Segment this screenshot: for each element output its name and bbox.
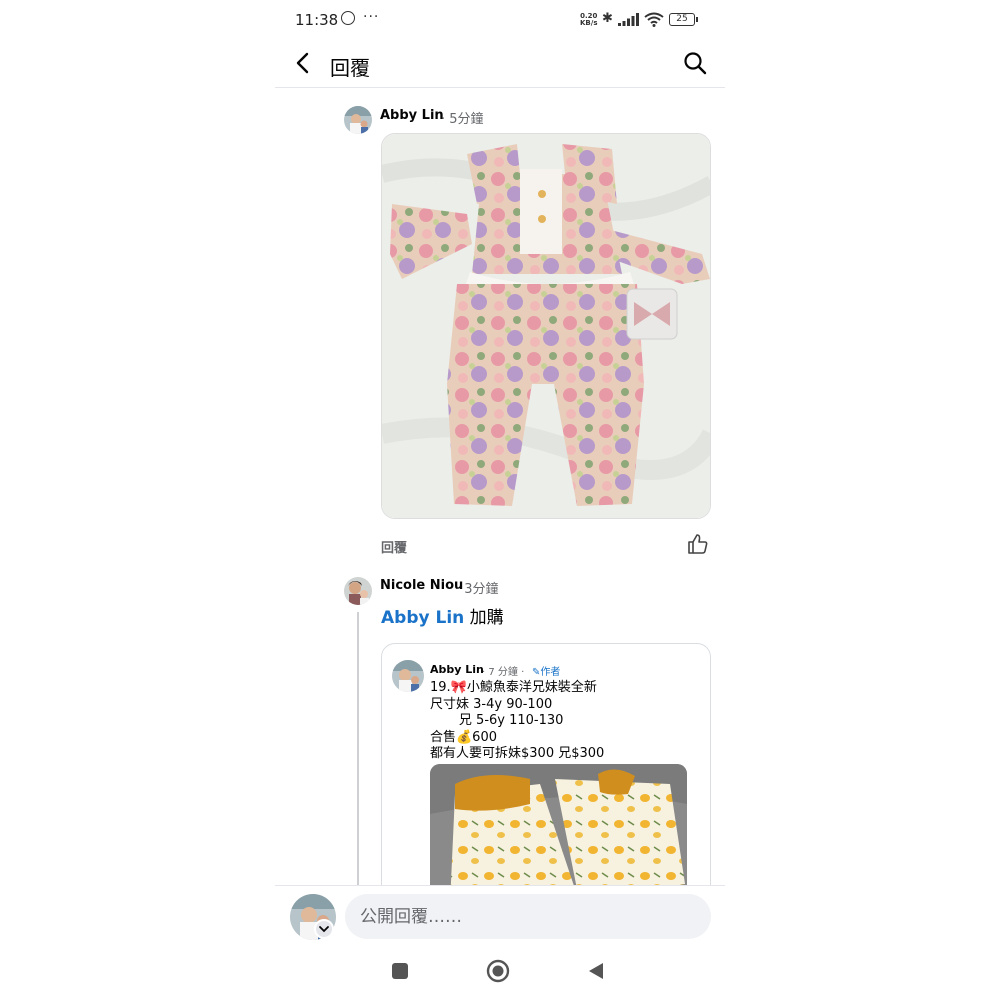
comment-author[interactable]: Abby Lin [380,108,444,123]
net-speed: 0.20 KB/s [580,13,597,27]
post-line: 尺寸妹 3-4y 90-100 [430,696,553,712]
avatar[interactable] [344,577,372,605]
author-badge-label: 作者 [540,667,561,678]
author-badge: ✎作者 [532,663,560,678]
avatar [392,660,424,692]
comment-photo-romper[interactable] [381,133,711,519]
home-icon[interactable] [486,959,510,983]
shared-post-time: · 7 分鐘 · [482,667,525,678]
net-speed-unit: KB/s [580,19,598,27]
comment-time: · 5分鐘 [441,112,484,127]
bluetooth-icon: ✱ [602,11,613,26]
reply-composer [275,885,725,944]
shared-post-card[interactable]: Abby Lin · 7 分鐘 · ✎作者 19.🎀小鯨魚泰洋兄妹裝全新 尺寸妹… [381,643,711,903]
whatsapp-icon [341,11,355,25]
phone-screen: 11:38 ··· 0.20 KB/s ✱ 25 回覆 Abby Lin · 5… [275,0,725,1000]
post-line: 都有人要可拆妹$300 兄$300 [430,746,605,761]
shared-post-text: 19.🎀小鯨魚泰洋兄妹裝全新 尺寸妹 3-4y 90-100 兄 5-6y 11… [430,680,604,763]
status-time: 11:38 [295,11,339,29]
search-icon[interactable] [683,51,707,75]
chevron-down-icon [319,926,329,933]
comment-body: 加購 [469,608,504,628]
post-line: 合售💰600 [430,729,497,745]
reply-input[interactable] [345,894,711,939]
more-notifications-icon: ··· [363,9,380,25]
signal-icon [618,13,639,26]
page-title: 回覆 [330,56,370,80]
battery-icon: 25 [669,13,698,26]
back-arrow-icon[interactable] [293,52,315,74]
comment-author[interactable]: Nicole Niou [380,578,463,593]
like-thumb-icon[interactable] [687,533,709,555]
reply-button[interactable]: 回覆 [381,537,407,556]
shared-post-photo[interactable] [430,764,687,902]
system-nav-bar [275,945,725,1000]
comment-time: · 3分鐘 [456,582,499,597]
comment-text: Abby Lin 加購 [381,603,504,628]
app-header: 回覆 [275,40,725,88]
avatar[interactable] [344,106,372,134]
mention-link[interactable]: Abby Lin [381,608,464,628]
thread-line [357,612,359,887]
audience-chevron-button[interactable] [314,919,334,939]
post-line: 兄 5-6y 110-130 [430,713,564,728]
back-triangle-icon[interactable] [588,962,604,980]
wifi-icon [644,12,664,27]
recent-apps-icon[interactable] [391,962,409,980]
post-line: 19.🎀小鯨魚泰洋兄妹裝全新 [430,680,597,695]
status-bar: 11:38 ··· 0.20 KB/s ✱ 25 [275,0,725,40]
shared-post-author: Abby Lin [430,663,484,676]
